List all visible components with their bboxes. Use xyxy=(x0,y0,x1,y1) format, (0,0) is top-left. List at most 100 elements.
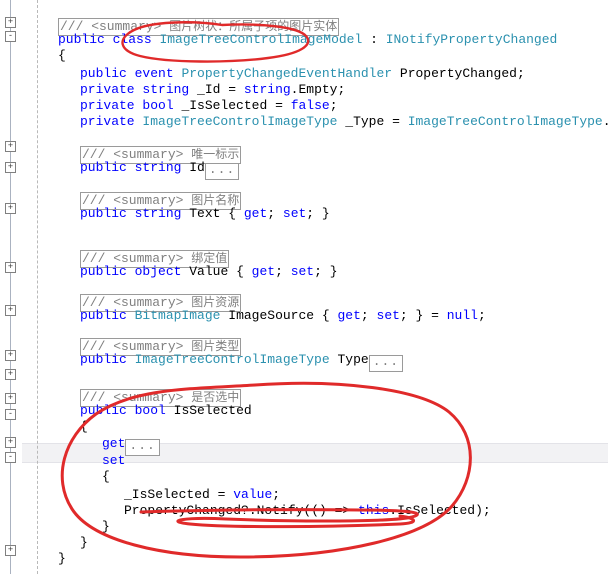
code-token-id: Id xyxy=(189,160,205,175)
code-line[interactable]: public string Text { get; set; } xyxy=(80,204,330,224)
code-token-punc: } xyxy=(58,551,66,566)
code-token-punc: ; xyxy=(267,206,283,221)
code-token-id: IsSelected xyxy=(173,403,252,418)
code-token-id: _IsSelected xyxy=(181,98,268,113)
code-token-kw: private xyxy=(80,98,135,113)
code-token-punc xyxy=(127,403,135,418)
code-token-kw: set xyxy=(102,453,126,468)
code-token-punc: ; xyxy=(329,98,338,113)
code-token-punc: { xyxy=(314,308,338,323)
code-token-id: PropertyChanged xyxy=(399,66,517,81)
code-token-kw: set xyxy=(290,264,315,279)
code-token-kw: public xyxy=(80,403,127,418)
code-token-punc xyxy=(127,264,135,279)
code-line[interactable]: public string Id... xyxy=(80,158,240,180)
code-token-typ: ImageTreeControlImageType xyxy=(134,352,330,367)
code-token-punc xyxy=(166,403,174,418)
collapsed-block-chip[interactable]: ... xyxy=(125,439,160,456)
code-token-punc: ; xyxy=(275,264,291,279)
code-token-punc: .IsSelected); xyxy=(389,503,491,518)
collapsed-block-chip[interactable]: ... xyxy=(204,163,240,180)
code-token-kw: object xyxy=(134,264,182,279)
code-line[interactable]: } xyxy=(80,533,88,553)
code-token-kw: public xyxy=(80,352,127,367)
code-token-typ: PropertyChangedEventHandler xyxy=(181,66,393,81)
code-token-punc: = xyxy=(267,98,291,113)
code-token-id: _Id xyxy=(197,82,221,97)
code-token-id: Type xyxy=(337,352,369,367)
code-line[interactable]: { xyxy=(102,467,110,487)
code-line[interactable]: public ImageTreeControlImageType Type... xyxy=(80,350,404,372)
code-token-punc: { xyxy=(102,469,110,484)
code-token-kw: false xyxy=(290,98,330,113)
code-token-punc: = xyxy=(209,487,234,502)
code-token-punc: } xyxy=(80,535,88,550)
code-token-typ: ImageTreeControlImageType xyxy=(407,114,603,129)
code-token-id: _IsSelected xyxy=(124,487,210,502)
code-token-kw: set xyxy=(282,206,307,221)
code-token-punc: ; xyxy=(516,66,525,81)
code-token-kw: get xyxy=(251,264,276,279)
code-token-typ: INotifyPropertyChanged xyxy=(385,32,558,47)
code-token-kw: public xyxy=(58,32,105,47)
code-token-punc xyxy=(127,160,135,175)
code-token-punc: } xyxy=(102,519,110,534)
code-line[interactable]: { xyxy=(80,417,88,437)
code-token-punc xyxy=(189,82,197,97)
code-token-kw: private xyxy=(80,114,135,129)
code-token-kw: private xyxy=(80,82,135,97)
code-token-kw: public xyxy=(80,66,127,81)
code-line[interactable]: PropertyChanged?.Notify(() => this.IsSel… xyxy=(124,501,491,521)
code-token-punc: { xyxy=(58,48,66,63)
code-line[interactable]: private ImageTreeControlImageType _Type … xyxy=(80,112,608,132)
code-token-punc xyxy=(105,32,113,47)
code-token-punc: : xyxy=(362,32,386,47)
code-token-id: ImageSource xyxy=(228,308,315,323)
code-line[interactable]: public bool IsSelected xyxy=(80,401,252,421)
code-token-punc: ; xyxy=(360,308,377,323)
code-token-kw: string xyxy=(134,160,182,175)
code-token-typ: ImageTreeControlImageType xyxy=(142,114,338,129)
code-line[interactable]: { xyxy=(58,46,66,66)
code-line[interactable]: public object Value { get; set; } xyxy=(80,262,338,282)
code-token-id: Text xyxy=(189,206,221,221)
code-token-punc: = xyxy=(220,82,244,97)
code-token-punc: { xyxy=(80,419,88,434)
code-token-typ: BitmapImage xyxy=(134,308,221,323)
code-token-punc xyxy=(127,308,135,323)
code-token-kw: public xyxy=(80,264,127,279)
code-line[interactable]: } xyxy=(58,549,66,569)
code-token-kw: public xyxy=(80,206,127,221)
code-token-kw: string xyxy=(142,82,190,97)
code-token-kw: null xyxy=(446,308,478,323)
code-token-punc: ; } xyxy=(306,206,330,221)
code-token-kw: get xyxy=(243,206,268,221)
code-token-punc xyxy=(127,66,135,81)
code-line[interactable]: public BitmapImage ImageSource { get; se… xyxy=(80,306,486,326)
code-token-punc: { xyxy=(228,264,252,279)
code-line[interactable]: public class ImageTreeControlImageModel … xyxy=(58,30,557,50)
code-token-punc: { xyxy=(220,206,244,221)
code-token-kw: public xyxy=(80,308,127,323)
code-token-kw: public xyxy=(80,160,127,175)
code-line[interactable]: } xyxy=(102,517,110,537)
code-token-punc: .Default; xyxy=(603,114,608,129)
code-token-punc: ; } xyxy=(314,264,338,279)
code-token-punc xyxy=(127,206,135,221)
code-token-kw: get xyxy=(337,308,361,323)
code-token-kw: bool xyxy=(134,403,166,418)
code-token-punc: ; } = xyxy=(399,308,447,323)
collapsed-block-chip[interactable]: ... xyxy=(368,355,404,372)
code-token-punc xyxy=(127,352,135,367)
code-editor-surface[interactable]: + - + + + + + + + + - + - + /// <summary> 图片树状：所属子项的图… xyxy=(0,0,608,574)
code-token-punc: PropertyChanged?.Notify(() => xyxy=(124,503,359,518)
code-text-area[interactable]: /// <summary> 图片树状：所属子项的图片实体 public class… xyxy=(0,0,608,574)
code-token-kw: event xyxy=(134,66,174,81)
code-token-kw: value xyxy=(233,487,273,502)
code-token-punc: ; xyxy=(272,487,281,502)
code-token-punc: .Empty; xyxy=(290,82,346,97)
code-token-punc xyxy=(392,66,400,81)
code-token-id: Value xyxy=(189,264,229,279)
code-token-kw: class xyxy=(112,32,152,47)
code-token-kw: get xyxy=(102,436,126,451)
